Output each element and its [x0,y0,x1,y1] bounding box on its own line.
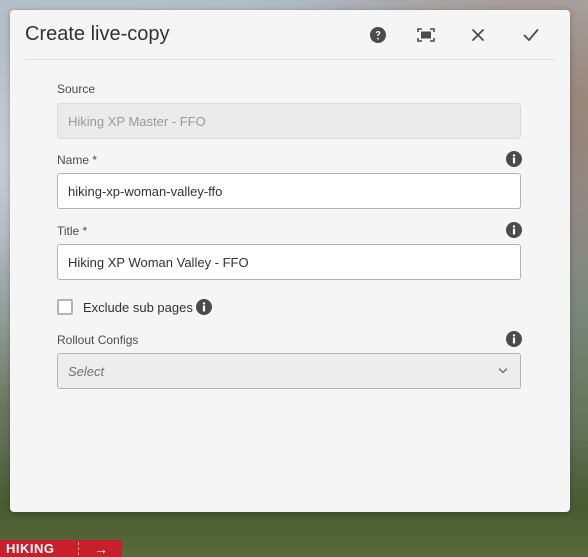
rollout-configs-select[interactable]: Select [57,353,521,389]
title-label: Title * [57,224,88,238]
create-live-copy-dialog: Create live-copy Source Hiking XP Master… [10,10,570,512]
strip-divider [78,542,80,555]
checkmark-icon [523,29,539,41]
chevron-down-icon [498,368,508,374]
select-placeholder: Select [68,364,105,379]
hiking-link[interactable]: HIKING [0,541,78,556]
done-button[interactable] [519,23,543,47]
fullscreen-icon [417,28,435,42]
help-button[interactable] [366,23,390,47]
dialog-title: Create live-copy [25,23,170,45]
close-icon [472,29,484,41]
name-field[interactable] [57,173,521,209]
dialog-header: Create live-copy [10,10,570,60]
title-field[interactable] [57,244,521,280]
info-icon[interactable] [506,151,522,167]
close-button[interactable] [466,23,490,47]
info-icon[interactable] [506,331,522,347]
exclude-sub-pages-row: Exclude sub pages [57,298,193,316]
source-field [57,103,521,139]
info-icon[interactable] [196,299,212,315]
name-label: Name * [57,153,98,167]
header-divider [25,59,555,60]
bottom-nav-strip: HIKING → [0,540,122,557]
exclude-sub-pages-checkbox[interactable] [57,299,73,315]
help-circle-icon [370,27,386,43]
exclude-sub-pages-label: Exclude sub pages [83,299,193,315]
rollout-configs-label: Rollout Configs [57,333,139,347]
fullscreen-button[interactable] [414,23,438,47]
source-label: Source [57,82,96,96]
arrow-right-icon[interactable]: → [94,541,108,557]
info-icon[interactable] [506,222,522,238]
